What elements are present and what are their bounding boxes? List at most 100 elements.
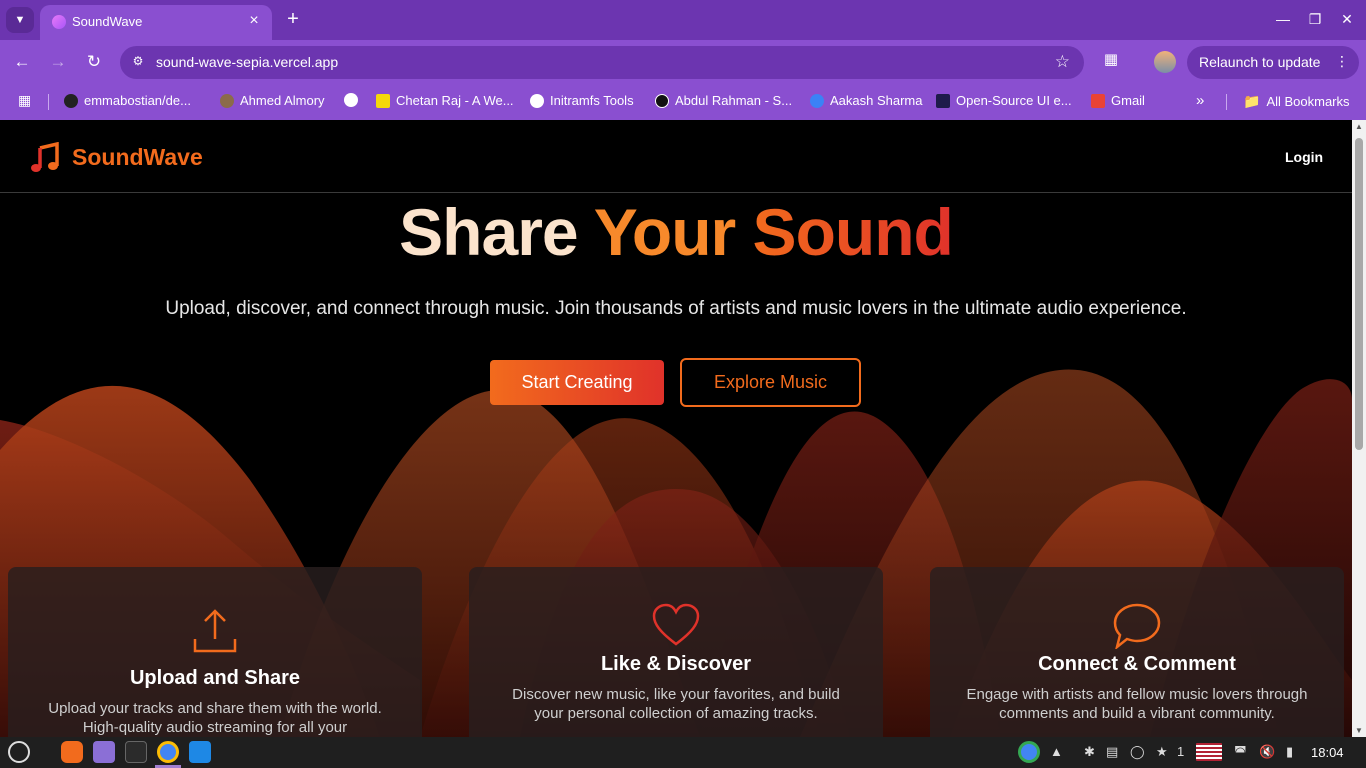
login-link[interactable]: Login — [1285, 149, 1323, 165]
bookmark-label: Abdul Rahman - S... — [675, 93, 793, 108]
tab-close-icon[interactable]: × — [244, 11, 264, 31]
reload-icon[interactable]: ↻ — [82, 51, 106, 73]
bookmark-item[interactable] — [344, 93, 364, 107]
bookmark-label: Ahmed Almory — [240, 93, 325, 108]
bookmark-label: Chetan Raj - A We... — [396, 93, 514, 108]
wifi-icon[interactable]: ◚ — [1234, 744, 1247, 760]
feature-title: Connect & Comment — [1038, 653, 1236, 675]
url-text[interactable]: sound-wave-sepia.vercel.app — [156, 54, 338, 70]
bookmark-label: Aakash Sharma — [830, 93, 923, 108]
chrome-tray-icon[interactable] — [1018, 741, 1040, 763]
chat-icon — [930, 603, 1344, 649]
back-icon[interactable]: ← — [10, 51, 34, 73]
feature-title: Like & Discover — [600, 653, 752, 675]
bookmark-favicon-icon — [655, 93, 669, 108]
tab-strip: ▼ SoundWave × + — ❐ ✕ — [0, 0, 1366, 40]
page-viewport: SoundWave Login Share Your Sound Upload,… — [0, 120, 1352, 737]
mint-menu-icon[interactable] — [8, 741, 30, 763]
relaunch-label: Relaunch to update — [1199, 54, 1321, 70]
bookmark-item[interactable]: Chetan Raj - A We... — [376, 93, 514, 108]
favicon-icon — [52, 15, 66, 29]
hero-title-your: Your — [593, 195, 736, 269]
bookmark-label: Initramfs Tools — [550, 93, 634, 108]
extensions-icon[interactable]: ▦ — [1100, 50, 1122, 72]
feature-description: Engage with artists and fellow music lov… — [966, 686, 1308, 722]
new-tab-button[interactable]: + — [282, 8, 304, 30]
all-bookmarks-label: All Bookmarks — [1266, 94, 1350, 109]
bookmark-item[interactable]: Aakash Sharma — [810, 93, 923, 108]
feature-card-like: Like & Discover Discover new music, like… — [469, 567, 883, 737]
bookmark-star-icon[interactable]: ☆ — [1055, 52, 1070, 72]
page-scrollbar[interactable]: ▲ ▼ — [1352, 120, 1366, 737]
google-icon — [530, 93, 544, 108]
profile-avatar[interactable] — [1154, 51, 1176, 73]
address-bar[interactable]: ⚙ sound-wave-sepia.vercel.app ☆ — [120, 46, 1084, 79]
all-bookmarks-button[interactable]: 📁 All Bookmarks — [1243, 93, 1350, 110]
site-logo-text[interactable]: SoundWave — [72, 144, 203, 171]
folder-icon: 📁 — [1243, 93, 1261, 109]
bookmark-label: emmabostian/de... — [84, 93, 191, 108]
notification-icon[interactable]: ★ — [1156, 744, 1168, 760]
more-bookmarks-icon[interactable]: » — [1196, 92, 1204, 109]
keyboard-layout-flag-icon[interactable] — [1196, 743, 1222, 761]
bookmark-item[interactable]: emmabostian/de... — [64, 93, 191, 108]
bookmark-divider — [1226, 94, 1227, 110]
bookmark-favicon-icon — [376, 93, 390, 108]
files-icon[interactable] — [93, 741, 115, 763]
tab-search-button[interactable]: ▼ — [6, 7, 34, 33]
chrome-icon[interactable] — [157, 741, 179, 763]
shield-icon[interactable]: ◯ — [1130, 744, 1145, 760]
react-icon — [810, 93, 824, 108]
site-info-icon[interactable]: ⚙ — [130, 54, 146, 70]
music-note-icon — [31, 142, 59, 172]
bluetooth-icon[interactable]: ✱ — [1084, 744, 1095, 760]
bookmark-item[interactable]: Ahmed Almory — [220, 93, 325, 108]
globe-icon — [344, 93, 358, 107]
feature-description: Discover new music, like your favorites,… — [512, 686, 840, 722]
hero-subtitle: Upload, discover, and connect through mu… — [165, 298, 1187, 319]
forward-icon[interactable]: → — [46, 51, 70, 73]
tab-title: SoundWave — [72, 14, 143, 29]
minimize-icon[interactable]: — — [1271, 8, 1295, 30]
feature-title: Upload and Share — [129, 667, 301, 689]
hero-title-sound: Sound — [752, 195, 954, 269]
bookmark-favicon-icon — [936, 93, 950, 108]
relaunch-button[interactable]: Relaunch to update ⋮ — [1187, 46, 1359, 79]
scroll-up-icon[interactable]: ▲ — [1355, 122, 1363, 131]
battery-icon[interactable]: ▮ — [1286, 744, 1293, 760]
bookmark-item[interactable]: Open-Source UI e... — [936, 93, 1072, 108]
clipboard-icon[interactable]: ▤ — [1106, 744, 1118, 760]
terminal-icon[interactable] — [125, 741, 147, 763]
menu-dots-icon[interactable]: ⋮ — [1335, 53, 1349, 70]
bookmark-label: Open-Source UI e... — [956, 93, 1072, 108]
vscode-icon[interactable] — [189, 741, 211, 763]
apps-grid-icon[interactable]: ▦ — [18, 92, 31, 109]
hero-title-share: Share — [399, 195, 578, 269]
tab-soundwave[interactable]: SoundWave × — [40, 5, 272, 40]
feature-card-connect: Connect & Comment Engage with artists an… — [930, 567, 1344, 737]
bookmark-item[interactable]: Gmail — [1091, 93, 1145, 108]
gmail-icon — [1091, 93, 1105, 108]
scroll-thumb[interactable] — [1355, 138, 1363, 450]
close-window-icon[interactable]: ✕ — [1335, 8, 1359, 30]
heart-icon — [469, 603, 883, 647]
clock[interactable]: 18:04 — [1311, 745, 1344, 760]
start-creating-button[interactable]: Start Creating — [490, 360, 664, 405]
bookmark-divider — [48, 94, 49, 110]
browser-toolbar: ← → ↻ ⚙ sound-wave-sepia.vercel.app ☆ ▦ … — [0, 40, 1366, 84]
upload-icon — [8, 609, 422, 653]
bookmark-item[interactable]: Abdul Rahman - S... — [655, 93, 792, 108]
bookmark-item[interactable]: Initramfs Tools — [530, 93, 634, 108]
scroll-down-icon[interactable]: ▼ — [1355, 726, 1363, 735]
network-icon[interactable]: ▲ — [1050, 744, 1063, 759]
restore-icon[interactable]: ❐ — [1303, 8, 1327, 30]
site-header: SoundWave Login — [0, 120, 1352, 193]
explore-music-button[interactable]: Explore Music — [680, 358, 861, 407]
hero-title: Share Your Sound — [0, 194, 1352, 270]
os-taskbar: ▲ ✱ ▤ ◯ ★ 1 ◚ 🔇 ▮ 18:04 — [0, 737, 1366, 768]
firefox-icon[interactable] — [61, 741, 83, 763]
avatar-icon — [220, 93, 234, 108]
feature-description: Upload your tracks and share them with t… — [48, 700, 382, 736]
bookmark-label: Gmail — [1111, 93, 1145, 108]
volume-muted-icon[interactable]: 🔇 — [1259, 744, 1275, 760]
